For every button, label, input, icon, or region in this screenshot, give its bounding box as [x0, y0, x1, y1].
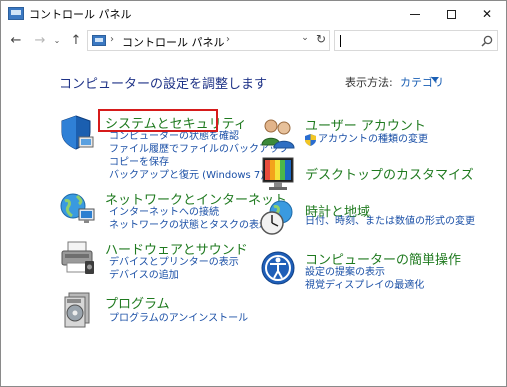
- breadcrumb-control-panel[interactable]: コントロール パネル: [122, 34, 225, 50]
- search-input[interactable]: [334, 30, 498, 51]
- link-check-computer-status[interactable]: コンピューターの状態を確認: [109, 131, 239, 142]
- users-icon[interactable]: [259, 115, 297, 153]
- search-icon[interactable]: [481, 35, 493, 47]
- navigation-bar: ← → ⌄ ↑ › コントロール パネル › ⌄ ↻: [1, 27, 506, 53]
- control-panel-window: コントロール パネル ✕ ← → ⌄ ↑ › コントロール パネル › ⌄ ↻ …: [0, 0, 507, 387]
- up-arrow-icon: ↑: [70, 32, 82, 48]
- maximize-icon: [446, 9, 456, 19]
- link-suggested-settings[interactable]: 設定の提案の表示: [305, 267, 385, 278]
- category-title-hardware-sound[interactable]: ハードウェアとサウンド: [105, 239, 248, 258]
- breadcrumb-separator-icon[interactable]: ›: [110, 34, 114, 45]
- link-connect-internet[interactable]: インターネットへの接続: [109, 207, 219, 218]
- link-optimize-visual-display[interactable]: 視覚ディスプレイの最適化: [305, 280, 424, 291]
- up-button[interactable]: ↑: [67, 30, 85, 50]
- control-panel-icon: [8, 7, 24, 20]
- printer-icon[interactable]: [59, 239, 97, 277]
- minimize-icon: [410, 13, 420, 15]
- desktop-display-icon[interactable]: [259, 155, 297, 193]
- view-by-arrow-icon[interactable]: [431, 77, 439, 82]
- recent-locations-button[interactable]: ⌄: [51, 30, 63, 50]
- link-change-account-type[interactable]: アカウントの種類の変更: [318, 134, 428, 145]
- title-bar: コントロール パネル ✕: [1, 1, 506, 27]
- category-title-programs[interactable]: プログラム: [105, 293, 170, 312]
- address-bar[interactable]: › コントロール パネル › ⌄ ↻: [87, 30, 330, 51]
- window-title: コントロール パネル: [29, 8, 132, 21]
- link-network-status[interactable]: ネットワークの状態とタスクの表示: [109, 220, 269, 231]
- view-by-label: 表示方法:: [345, 76, 393, 89]
- chevron-down-icon: ⌄: [53, 35, 61, 45]
- link-save-backup-copy[interactable]: コピーを保存: [109, 157, 169, 168]
- link-devices-printers[interactable]: デバイスとプリンターの表示: [109, 257, 239, 268]
- maximize-button[interactable]: [433, 1, 469, 27]
- shield-icon[interactable]: [59, 113, 97, 151]
- forward-arrow-icon: →: [34, 32, 46, 48]
- link-change-date-time-format[interactable]: 日付、時刻、または数値の形式の変更: [305, 216, 475, 227]
- text-caret: [340, 35, 341, 47]
- refresh-icon[interactable]: ↻: [314, 32, 328, 46]
- category-title-ease-of-access[interactable]: コンピューターの簡単操作: [305, 249, 461, 268]
- close-button[interactable]: ✕: [469, 1, 505, 27]
- clock-globe-icon[interactable]: [259, 199, 297, 237]
- programs-disc-icon[interactable]: [59, 291, 97, 329]
- ease-of-access-icon[interactable]: [259, 249, 297, 287]
- forward-button[interactable]: →: [31, 30, 49, 50]
- uac-shield-icon: [305, 134, 316, 146]
- link-backup-restore-windows7[interactable]: バックアップと復元 (Windows 7): [109, 170, 264, 181]
- link-add-device[interactable]: デバイスの追加: [109, 270, 179, 281]
- highlight-box: [98, 109, 218, 132]
- address-dropdown-icon[interactable]: ⌄: [298, 33, 312, 43]
- category-title-desktop-customization[interactable]: デスクトップのカスタマイズ: [305, 164, 474, 183]
- network-globe-icon[interactable]: [59, 189, 97, 227]
- minimize-button[interactable]: [397, 1, 433, 27]
- breadcrumb-separator-icon[interactable]: ›: [226, 34, 230, 45]
- page-heading: コンピューターの設定を調整します: [59, 77, 268, 92]
- back-arrow-icon: ←: [10, 32, 22, 48]
- link-uninstall-program[interactable]: プログラムのアンインストール: [109, 313, 248, 324]
- close-icon: ✕: [481, 7, 493, 21]
- back-button[interactable]: ←: [7, 30, 25, 50]
- category-title-user-accounts[interactable]: ユーザー アカウント: [305, 115, 426, 134]
- control-panel-small-icon: [92, 35, 106, 46]
